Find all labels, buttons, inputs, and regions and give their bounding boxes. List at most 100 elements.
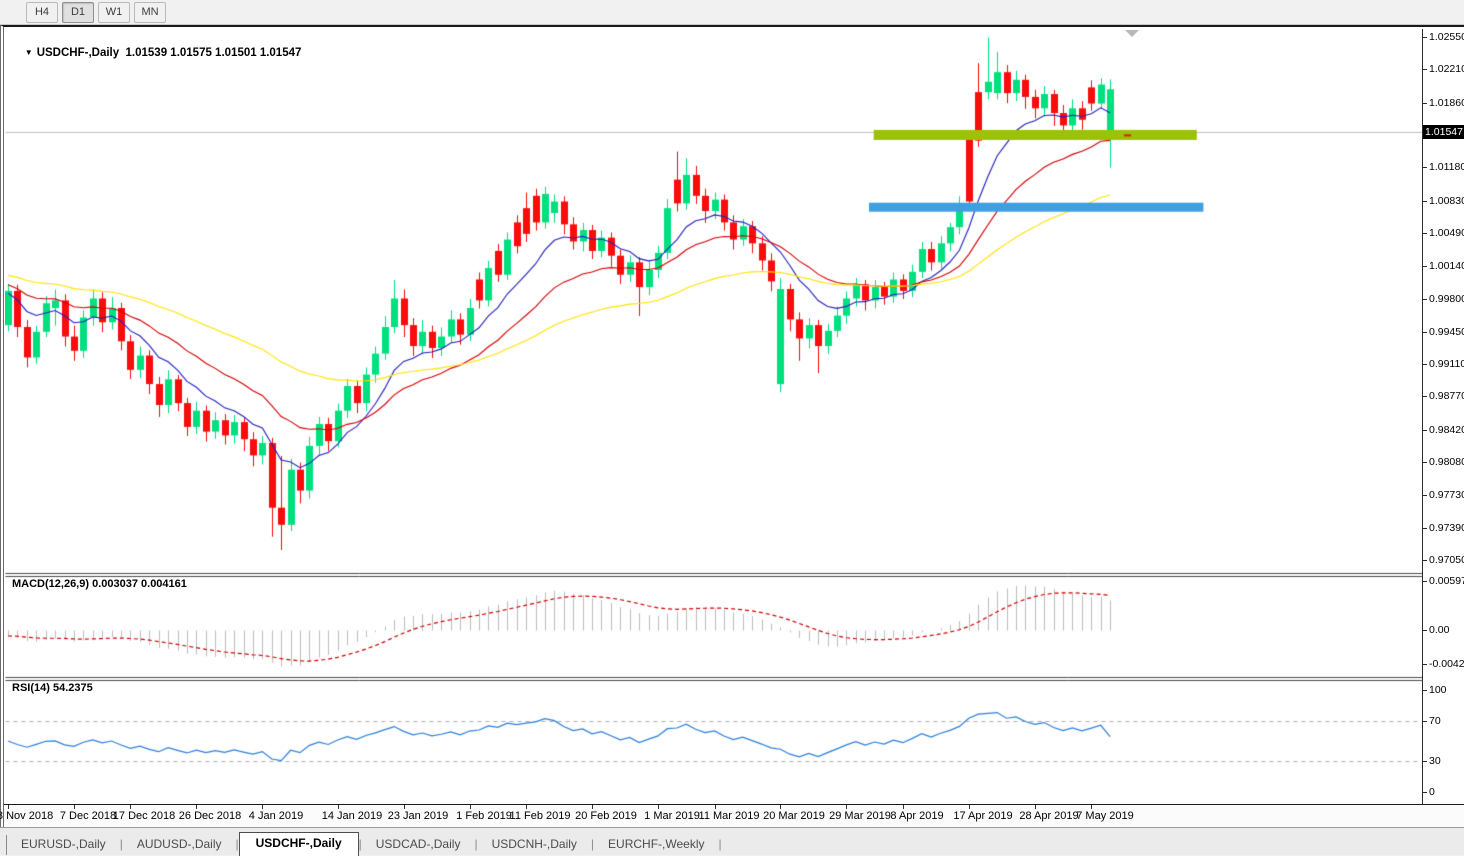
axis-tick-mark [1423, 167, 1427, 168]
date-axis-label: 4 Jan 2019 [249, 810, 303, 822]
chart-shift-marker-icon[interactable] [1125, 30, 1139, 37]
date-tick-mark [8, 805, 9, 809]
price-axis-label: 0.97730 [1429, 489, 1464, 502]
axis-tick-mark [1423, 37, 1427, 38]
price-axis-label: 0.99800 [1429, 293, 1464, 306]
timeframe-button-w1[interactable]: W1 [98, 2, 130, 23]
date-axis-label: 11 Mar 2019 [699, 810, 760, 822]
date-tick-mark [404, 805, 405, 809]
date-axis-label: 8 Apr 2019 [890, 810, 943, 822]
axis-tick-mark [1423, 462, 1427, 463]
axis-tick-mark [1423, 396, 1427, 397]
date-axis-label: 20 Mar 2019 [763, 810, 825, 822]
date-tick-mark [592, 805, 593, 809]
axis-tick-mark [1423, 761, 1427, 762]
axis-tick-mark [1423, 364, 1427, 365]
date-axis-label: 1 Mar 2019 [644, 810, 700, 822]
date-tick-mark [338, 805, 339, 809]
chart-tab-eurusd[interactable]: EURUSD-,Daily [7, 834, 120, 855]
tab-separator: | [719, 837, 722, 855]
axis-tick-mark [1423, 201, 1427, 202]
price-axis: 1.01547 1.02550 1.02210 1.01860 1.01180 1.00… [1422, 29, 1464, 804]
rsi-axis-label: 30 [1429, 755, 1464, 768]
date-tick-mark [470, 805, 471, 809]
date-tick-mark [715, 805, 716, 809]
date-tick-mark [1091, 805, 1092, 809]
date-tick-mark [1035, 805, 1036, 809]
date-axis-label: 7 Dec 2018 [60, 810, 116, 822]
price-axis-label: 1.01860 [1429, 97, 1464, 110]
axis-tick-mark [1423, 721, 1427, 722]
date-axis-label: 7 May 2019 [1076, 810, 1133, 822]
date-tick-mark [780, 805, 781, 809]
date-tick-mark [969, 805, 970, 809]
date-axis-label: 20 Feb 2019 [575, 810, 637, 822]
date-axis-label: 29 Mar 2019 [829, 810, 891, 822]
rsi-axis-label: 100 [1429, 684, 1464, 697]
chart-tab-usdcnh[interactable]: USDCNH-,Daily [478, 834, 591, 855]
price-axis-label: 1.00830 [1429, 195, 1464, 208]
axis-tick-mark [1423, 630, 1427, 631]
axis-tick-mark [1423, 560, 1427, 561]
chart-dropdown-icon[interactable]: ▼ [25, 48, 33, 57]
chart-ohlc-values: 1.01539 1.01575 1.01501 1.01547 [126, 47, 302, 59]
rsi-indicator-label: RSI(14) 54.2375 [12, 682, 93, 694]
date-tick-mark [74, 805, 75, 809]
date-tick-mark [262, 805, 263, 809]
axis-tick-mark [1423, 233, 1427, 234]
rsi-axis-label: 70 [1429, 715, 1464, 728]
date-axis-label: 26 Dec 2018 [179, 810, 241, 822]
chart-tab-eurchf[interactable]: EURCHF-,Weekly [594, 834, 718, 855]
date-tick-mark [846, 805, 847, 809]
price-axis-label: 0.98770 [1429, 390, 1464, 403]
date-tick-mark [526, 805, 527, 809]
axis-tick-mark [1423, 430, 1427, 431]
macd-axis-label: 0.00597 [1429, 575, 1464, 588]
price-chart-canvas[interactable] [5, 29, 1422, 804]
axis-tick-mark [1423, 528, 1427, 529]
price-axis-label: 0.99450 [1429, 326, 1464, 339]
axis-tick-mark [1423, 690, 1427, 691]
timeframe-toolbar: H4D1W1MN [0, 0, 1464, 25]
chart-symbol-label: USDCHF-,Daily [37, 47, 119, 59]
date-axis-label: 17 Apr 2019 [953, 810, 1012, 822]
chart-tab-usdcad[interactable]: USDCAD-,Daily [362, 834, 475, 855]
axis-tick-mark [1423, 581, 1427, 582]
chart-tab-bar: EURUSD-,Daily|AUDUSD-,Daily|USDCHF-,Dail… [0, 827, 1464, 855]
axis-tick-mark [1423, 332, 1427, 333]
date-axis-label: 14 Jan 2019 [322, 810, 383, 822]
macd-axis-label: -0.00424 [1429, 658, 1464, 671]
chart-tab-usdchf[interactable]: USDCHF-,Daily [239, 832, 359, 856]
date-axis: 28 Nov 20187 Dec 201817 Dec 201826 Dec 2… [4, 804, 1464, 829]
axis-tick-mark [1423, 266, 1427, 267]
date-tick-mark [130, 805, 131, 809]
timeframe-button-mn[interactable]: MN [134, 2, 166, 23]
timeframe-button-d1[interactable]: D1 [62, 2, 94, 23]
chart-tab-audusd[interactable]: AUDUSD-,Daily [123, 834, 236, 855]
price-axis-label: 1.02210 [1429, 63, 1464, 76]
price-axis-label: 1.01180 [1429, 161, 1464, 174]
axis-tick-mark [1423, 495, 1427, 496]
axis-tick-mark [1423, 103, 1427, 104]
date-axis-label: 28 Apr 2019 [1019, 810, 1078, 822]
price-axis-label: 1.02550 [1429, 31, 1464, 44]
rsi-axis-label: 0 [1429, 786, 1464, 799]
price-axis-label: 0.97390 [1429, 522, 1464, 535]
macd-indicator-label: MACD(12,26,9) 0.003037 0.004161 [12, 578, 187, 590]
axis-tick-mark [1423, 299, 1427, 300]
price-axis-label: 0.99110 [1429, 358, 1464, 371]
date-axis-label: 28 Nov 2018 [0, 810, 53, 822]
date-tick-mark [903, 805, 904, 809]
axis-tick-mark [1423, 69, 1427, 70]
macd-axis-label: 0.00 [1429, 624, 1464, 637]
price-axis-label: 0.98420 [1429, 424, 1464, 437]
price-axis-label: 1.00140 [1429, 260, 1464, 273]
chart-window: ▼ USDCHF-,Daily 1.01539 1.01575 1.01501 1… [0, 25, 1464, 827]
price-axis-label: 0.98080 [1429, 456, 1464, 469]
axis-tick-mark [1423, 792, 1427, 793]
timeframe-button-h4[interactable]: H4 [26, 2, 58, 23]
date-axis-label: 23 Jan 2019 [388, 810, 449, 822]
axis-tick-mark [1423, 664, 1427, 665]
date-tick-mark [658, 805, 659, 809]
current-price-tag: 1.01547 [1423, 125, 1464, 139]
